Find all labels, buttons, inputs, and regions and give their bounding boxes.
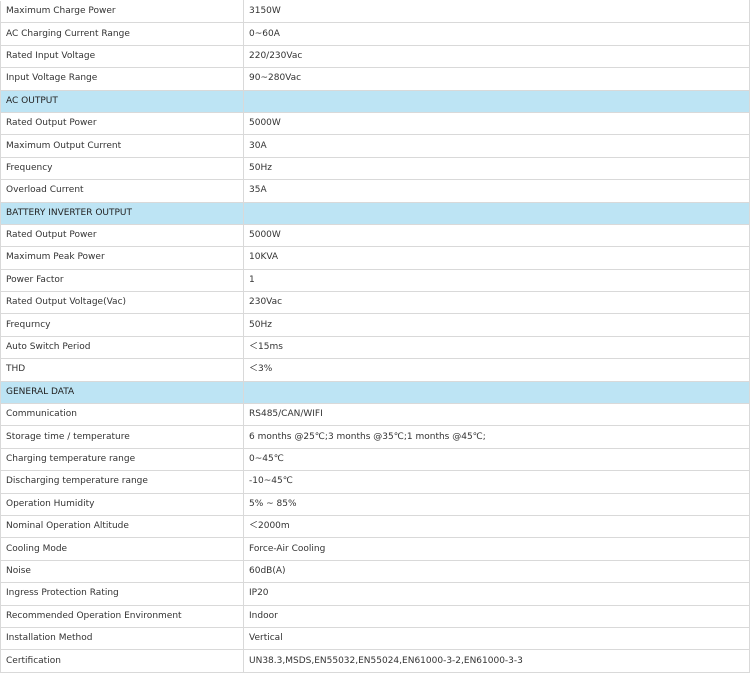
spec-value: 5000W xyxy=(243,111,750,136)
spec-row: Ingress Protection Rating IP20 xyxy=(0,582,750,606)
spec-label: Installation Method xyxy=(0,626,244,651)
spec-label: Operation Humidity xyxy=(0,492,244,516)
spec-label: Storage time / temperature xyxy=(0,425,244,449)
section-title: BATTERY INVERTER OUTPUT xyxy=(0,201,244,225)
spec-label: Maximum Peak Power xyxy=(0,246,244,270)
spec-value: 35A xyxy=(243,179,750,203)
spec-row: Rated Output Voltage(Vac) 230Vac xyxy=(0,291,750,315)
spec-row: Auto Switch Period ＜15ms xyxy=(0,335,750,360)
spec-value: 30A xyxy=(243,134,750,158)
spec-row: Certification UN38.3,MSDS,EN55032,EN55024… xyxy=(0,649,750,673)
spec-value: 5000W xyxy=(243,223,750,248)
spec-value: 60dB(A) xyxy=(243,559,750,584)
spec-value: 50Hz xyxy=(243,156,750,181)
spec-row: Cooling Mode Force-Air Cooling xyxy=(0,537,750,561)
spec-table-body: Maximum Charge Power 3150W AC Charging Cur… xyxy=(0,0,750,673)
section-value-cell xyxy=(243,201,750,225)
spec-value: ＜3% xyxy=(243,358,750,382)
spec-value: 0~60A xyxy=(243,22,750,46)
spec-label: Ingress Protection Rating xyxy=(0,582,244,606)
spec-value: Indoor xyxy=(243,604,750,628)
spec-label: Recommended Operation Environment xyxy=(0,604,244,628)
spec-label: Rated Output Power xyxy=(0,111,244,136)
spec-label: Cooling Mode xyxy=(0,537,244,561)
spec-row: Communication RS485/CAN/WIFI xyxy=(0,403,750,427)
spec-value: 0~45℃ xyxy=(243,447,750,472)
spec-row: Recommended Operation Environment Indoor xyxy=(0,604,750,628)
spec-label: Noise xyxy=(0,559,244,584)
spec-label: Nominal Operation Altitude xyxy=(0,514,244,539)
spec-row: Power Factor 1 xyxy=(0,268,750,293)
spec-label: Maximum Output Current xyxy=(0,134,244,158)
section-title: AC OUTPUT xyxy=(0,89,244,113)
spec-label: Certification xyxy=(0,649,244,673)
section-header-row: GENERAL DATA xyxy=(0,380,750,405)
section-header-row: AC OUTPUT xyxy=(0,89,750,113)
spec-label: Communication xyxy=(0,403,244,427)
spec-label: Rated Output Power xyxy=(0,223,244,248)
spec-row: Rated Output Power 5000W xyxy=(0,111,750,136)
spec-row: Rated Input Voltage 220/230Vac xyxy=(0,44,750,69)
spec-value: 50Hz xyxy=(243,313,750,337)
spec-row: Maximum Output Current 30A xyxy=(0,134,750,158)
spec-value: Vertical xyxy=(243,626,750,651)
spec-label: Discharging temperature range xyxy=(0,470,244,494)
spec-label: Power Factor xyxy=(0,268,244,293)
spec-value: Force-Air Cooling xyxy=(243,537,750,561)
spec-value: 6 months @25℃;3 months @35℃;1 months @45… xyxy=(243,425,750,449)
spec-value: 90~280Vac xyxy=(243,67,750,91)
spec-label: Auto Switch Period xyxy=(0,335,244,360)
spec-value: RS485/CAN/WIFI xyxy=(243,403,750,427)
spec-row: Storage time / temperature 6 months @25℃;… xyxy=(0,425,750,449)
spec-row: Overload Current 35A xyxy=(0,179,750,203)
spec-value: 3150W xyxy=(243,0,750,24)
section-header-row: BATTERY INVERTER OUTPUT xyxy=(0,201,750,225)
spec-label: THD xyxy=(0,358,244,382)
spec-value: ＜15ms xyxy=(243,335,750,360)
spec-row: Maximum Charge Power 3150W xyxy=(0,0,750,24)
spec-row: Operation Humidity 5% ~ 85% xyxy=(0,492,750,516)
spec-value: UN38.3,MSDS,EN55032,EN55024,EN61000-3-2,… xyxy=(243,649,750,673)
spec-row: Discharging temperature range -10~45℃ xyxy=(0,470,750,494)
spec-row: Charging temperature range 0~45℃ xyxy=(0,447,750,472)
spec-label: Input Voltage Range xyxy=(0,67,244,91)
spec-row: AC Charging Current Range 0~60A xyxy=(0,22,750,46)
spec-value: 230Vac xyxy=(243,291,750,315)
spec-label: Charging temperature range xyxy=(0,447,244,472)
section-value-cell xyxy=(243,89,750,113)
spec-label: Rated Output Voltage(Vac) xyxy=(0,291,244,315)
spec-row: Maximum Peak Power 10KVA xyxy=(0,246,750,270)
spec-row: Rated Output Power 5000W xyxy=(0,223,750,248)
spec-label: Rated Input Voltage xyxy=(0,44,244,69)
section-value-cell xyxy=(243,380,750,405)
spec-row: Input Voltage Range 90~280Vac xyxy=(0,67,750,91)
spec-row: Frequrncy 50Hz xyxy=(0,313,750,337)
spec-table: Maximum Charge Power 3150W AC Charging Cur… xyxy=(0,0,750,673)
spec-row: Nominal Operation Altitude ＜2000m xyxy=(0,514,750,539)
spec-value: -10~45℃ xyxy=(243,470,750,494)
spec-row: Noise 60dB(A) xyxy=(0,559,750,584)
spec-value: 1 xyxy=(243,268,750,293)
spec-value: 220/230Vac xyxy=(243,44,750,69)
spec-label: Frequency xyxy=(0,156,244,181)
section-title: GENERAL DATA xyxy=(0,380,244,405)
spec-row: THD ＜3% xyxy=(0,358,750,382)
spec-value: ＜2000m xyxy=(243,514,750,539)
spec-value: 5% ~ 85% xyxy=(243,492,750,516)
spec-value: 10KVA xyxy=(243,246,750,270)
spec-value: IP20 xyxy=(243,582,750,606)
spec-row: Frequency 50Hz xyxy=(0,156,750,181)
spec-label: Frequrncy xyxy=(0,313,244,337)
spec-label: AC Charging Current Range xyxy=(0,22,244,46)
spec-label: Maximum Charge Power xyxy=(0,0,244,24)
spec-label: Overload Current xyxy=(0,179,244,203)
spec-row: Installation Method Vertical xyxy=(0,626,750,651)
